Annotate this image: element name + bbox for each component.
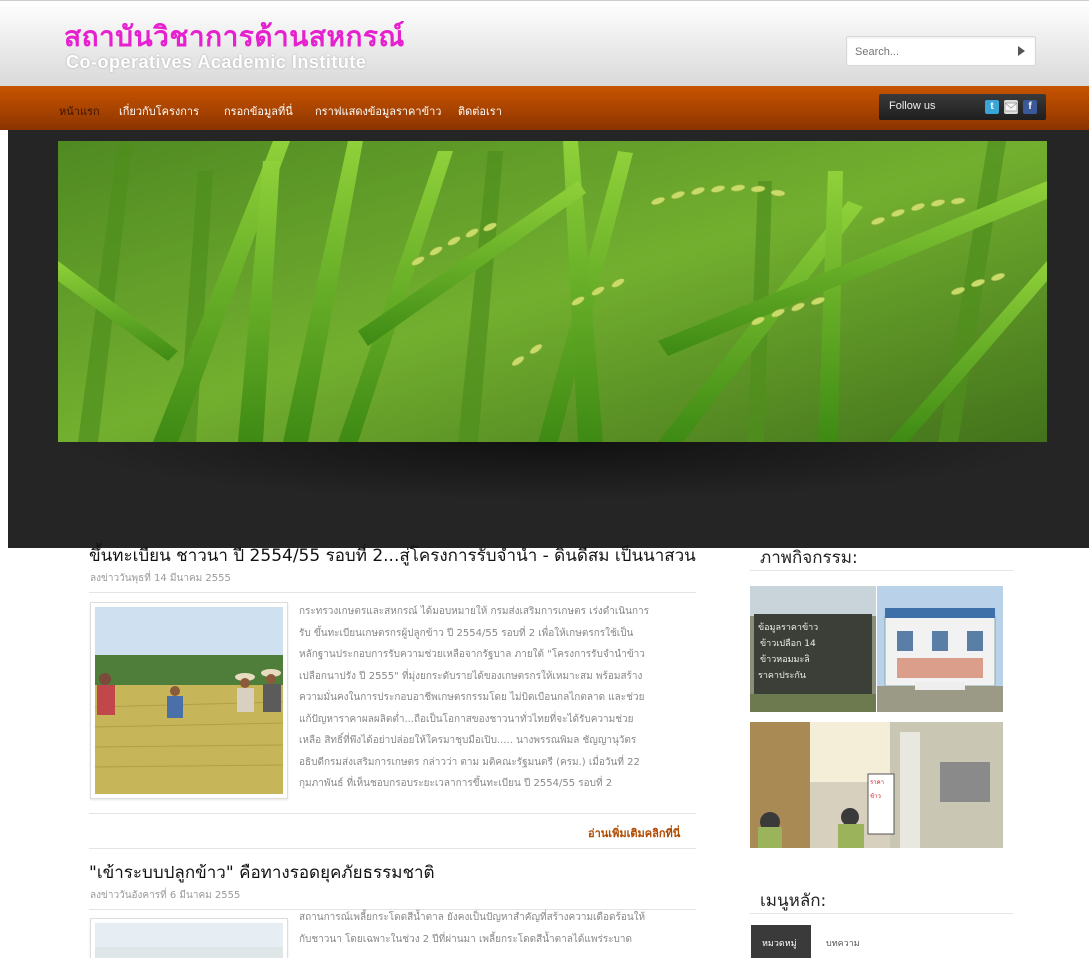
main-menu-title: เมนูหลัก:	[760, 891, 827, 911]
activity-photo[interactable]	[877, 586, 1003, 712]
nav-item-rice-price-graph[interactable]: กราฟแสดงข้อมูลราคาข้าว	[315, 102, 441, 120]
activity-photo[interactable]: ราคาข้าว	[750, 722, 1003, 848]
post-excerpt-line: กระทรวงเกษตรและสหกรณ์ ได้มอบหมายให้ กรมส…	[299, 606, 650, 617]
site-header: สถาบันวิชาการด้านสหกรณ์ Co-operatives Ac…	[0, 0, 1089, 86]
post-excerpt-line: หลักฐานประกอบการรับความช่วยเหลือจากรัฐบา…	[299, 649, 645, 660]
post-title[interactable]: "เข้าระบบปลูกข้าว" คือทางรอดยุคภัยธรรมชา…	[89, 859, 435, 886]
twitter-icon[interactable]: t	[985, 100, 999, 114]
post-title[interactable]: ขึ้นทะเบียน ชาวนา ปี 2554/55 รอบที่ 2...…	[89, 542, 696, 569]
search-box	[846, 36, 1036, 66]
post-excerpt-line: อธิบดีกรมส่งเสริมการเกษตร กล่าวว่า ตาม ม…	[299, 756, 640, 768]
post-excerpt: กระทรวงเกษตรและสหกรณ์ ได้มอบหมายให้ กรมส…	[299, 601, 699, 795]
hero-shadow	[58, 442, 1047, 502]
follow-us-bar: Follow us t f	[879, 94, 1046, 120]
post-excerpt-line: เปลือกนาปรัง ปี 2555" ที่มุ่งยกระดับรายไ…	[299, 670, 643, 682]
divider	[89, 813, 696, 814]
tab-articles[interactable]: บทความ	[826, 936, 860, 950]
svg-text:ราคา: ราคา	[870, 779, 884, 786]
svg-text:ข้าว: ข้าว	[870, 793, 881, 800]
follow-us-label: Follow us	[889, 100, 936, 112]
svg-text:ราคาประกัน: ราคาประกัน	[758, 671, 806, 681]
post-excerpt-line: กับชาวนา โดยเฉพาะในช่วง 2 ปีที่ผ่านมา เพ…	[299, 933, 633, 945]
svg-text:ข้าวเปลือก 14: ข้าวเปลือก 14	[760, 638, 816, 649]
tab-categories[interactable]: หมวดหมู่	[751, 925, 811, 958]
svg-text:ข้อมูลราคาข้าว: ข้อมูลราคาข้าว	[758, 622, 818, 633]
hero-rice-field-image[interactable]	[58, 141, 1047, 442]
site-logo-english[interactable]: Co-operatives Academic Institute	[66, 52, 366, 73]
email-icon[interactable]	[1004, 100, 1018, 114]
search-input[interactable]	[855, 43, 1005, 61]
facebook-icon[interactable]: f	[1023, 100, 1037, 114]
post-excerpt: สถานการณ์เพลี้ยกระโดดสีน้ำตาล ยังคงเป็นป…	[299, 907, 699, 950]
post-excerpt-line: ความมั่นคงในการประกอบอาชีพเกษตรกรรมโดย ไ…	[299, 692, 645, 703]
divider	[89, 848, 696, 849]
post-date: ลงข่าววันพุธที่ 14 มีนาคม 2555	[90, 573, 231, 584]
divider	[89, 592, 696, 593]
nav-item-contact[interactable]: ติดต่อเรา	[458, 102, 502, 120]
post-excerpt-line: สถานการณ์เพลี้ยกระโดดสีน้ำตาล ยังคงเป็นป…	[299, 912, 646, 923]
divider	[750, 913, 1013, 914]
post-excerpt-line: เหลือ สิทธิ์ที่พึงได้อย่าปล่อยให้ใครมาชุ…	[299, 735, 637, 746]
page: { "header": { "logo_th": "สถาบันวิชาการด…	[0, 0, 1089, 958]
svg-text:ข้าวหอมมะลิ: ข้าวหอมมะลิ	[760, 654, 810, 665]
read-more-link[interactable]: อ่านเพิ่มเติมคลิกที่นี่	[588, 824, 680, 842]
search-submit-icon[interactable]	[1018, 46, 1025, 56]
nav-item-home[interactable]: หน้าแรก	[59, 102, 100, 120]
post-excerpt-line: แก้ปัญหาราคาผลผลิตต่ำ...ถือเป็นโอกาสของช…	[299, 713, 634, 725]
post-date: ลงข่าววันอังคารที่ 6 มีนาคม 2555	[90, 890, 241, 901]
divider	[750, 570, 1013, 571]
activities-title: ภาพกิจกรรม:	[760, 548, 858, 568]
post-excerpt-line: กุมภาพันธ์ ที่เห็นชอบกรอบระยะเวลาการขึ้น…	[299, 778, 613, 789]
nav-item-about[interactable]: เกี่ยวกับโครงการ	[119, 102, 199, 120]
post-thumbnail[interactable]	[90, 918, 288, 958]
post-excerpt-line: รับ ขึ้นทะเบียนเกษตรกรผู้ปลูกข้าว ปี 255…	[299, 627, 634, 639]
post-thumbnail[interactable]	[90, 602, 288, 799]
nav-item-data-entry[interactable]: กรอกข้อมูลที่นี่	[224, 102, 293, 120]
activity-photo[interactable]: ข้อมูลราคาข้าว ข้าวเปลือก 14 ข้าวหอมมะลิ…	[750, 586, 876, 712]
